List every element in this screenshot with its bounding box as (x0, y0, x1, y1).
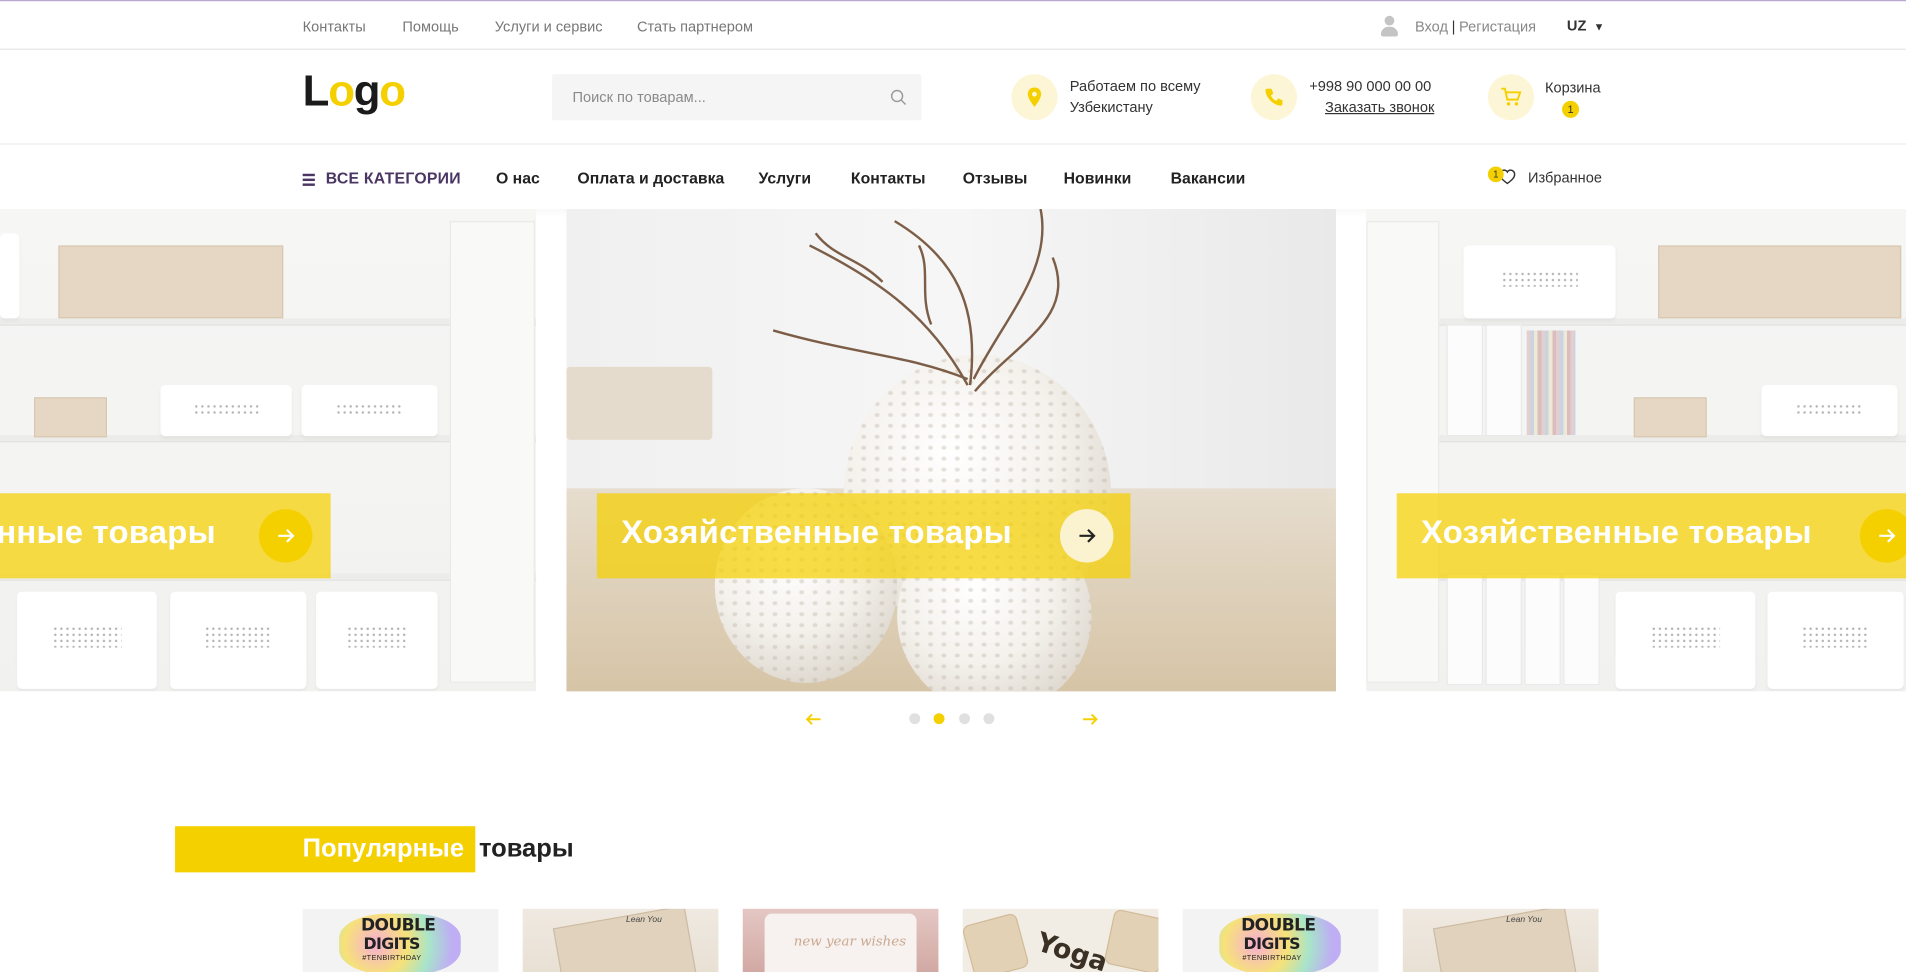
popular-title-rest: товары (478, 834, 574, 863)
nav-item-new[interactable]: Новинки (1064, 169, 1132, 187)
favorites-label: Избранное (1528, 168, 1602, 186)
slider-dot-2[interactable] (933, 713, 945, 725)
caret-down-icon: ▼ (1593, 20, 1605, 33)
slide-center-banner: Хозяйственные товары (596, 493, 1131, 579)
search-input[interactable] (551, 74, 881, 121)
product-5-line-2: DIGITS (1243, 935, 1301, 954)
slide-center-arrow-button[interactable] (1060, 509, 1114, 563)
logo-letter-4: o (379, 65, 406, 116)
slide-left-banner: нные товары (0, 493, 331, 579)
logo[interactable]: Logo (302, 65, 406, 116)
top-bar: Контакты Помощь Услуги и сервис Стать па… (0, 0, 1906, 50)
slide-right-title: Хозяйственные товары (1421, 513, 1812, 551)
product-4-word: Yoga (1032, 927, 1112, 972)
product-card-1[interactable]: DOUBLE DIGITS #TENBIRTHDAY (302, 908, 499, 972)
slide-right[interactable]: Хозяйственные товары (1366, 208, 1906, 692)
all-categories-label: ВСЕ КАТЕГОРИИ (325, 168, 461, 188)
slide-right-banner: Хозяйственные товары (1396, 493, 1906, 579)
cart-info[interactable]: Корзина 1 (1545, 78, 1601, 119)
slider-next-arrow-icon[interactable] (1081, 711, 1100, 728)
slider-dot-4[interactable] (983, 713, 995, 725)
phone-info: +998 90 000 00 00 Заказать звонок (1309, 77, 1434, 118)
nav-item-about[interactable]: О нас (496, 169, 540, 187)
nav-item-contacts[interactable]: Контакты (851, 169, 926, 187)
nav-item-services[interactable]: Услуги (759, 169, 812, 187)
slide-left[interactable]: нные товары (0, 208, 537, 692)
phone-icon-wrap (1250, 74, 1298, 121)
top-link-help[interactable]: Помощь (402, 18, 458, 35)
hero-slider: нные товары Хозяйственные товары Хозяйст… (0, 208, 1906, 692)
product-card-5[interactable]: DOUBLE DIGITS #TENBIRTHDAY (1182, 908, 1379, 972)
product-card-4[interactable]: Yoga (962, 908, 1159, 972)
nav-item-vacancies[interactable]: Вакансии (1171, 169, 1246, 187)
logo-letter-2: o (328, 65, 355, 116)
location-icon-wrap (1011, 74, 1058, 121)
slider-prev-arrow-icon[interactable] (804, 711, 823, 728)
slider-dot-3[interactable] (959, 713, 971, 725)
product-1-line-2: DIGITS (363, 935, 420, 954)
search-icon[interactable] (890, 89, 907, 106)
arrow-right-icon (278, 528, 295, 543)
slide-center[interactable]: Хозяйственные товары (566, 208, 1336, 692)
product-1-line-3: #TENBIRTHDAY (362, 954, 422, 963)
top-link-services[interactable]: Услуги и сервис (495, 18, 603, 35)
login-link[interactable]: Вход (1415, 18, 1448, 35)
top-link-contacts[interactable]: Контакты (303, 18, 366, 35)
location-line-1: Работаем по всему (1069, 77, 1201, 95)
nav-item-reviews[interactable]: Отзывы (963, 169, 1028, 187)
product-1-line-1: DOUBLE (361, 916, 436, 936)
location-info: Работаем по всему Узбекистану (1070, 77, 1201, 118)
slider-dot-1[interactable] (909, 713, 921, 725)
auth-separator: | (1451, 18, 1456, 36)
logo-letter-3: g (353, 65, 381, 116)
main-nav: ВСЕ КАТЕГОРИИ О нас Оплата и доставка Ус… (0, 143, 1906, 209)
product-5-line-1: DOUBLE (1241, 916, 1316, 936)
language-value: UZ (1566, 17, 1587, 35)
product-2-label: Lean You (626, 916, 662, 925)
language-selector[interactable]: UZ ▼ (1567, 17, 1605, 34)
all-categories-button[interactable]: ВСЕ КАТЕГОРИИ (302, 168, 461, 188)
product-card-2[interactable]: Lean You (522, 908, 719, 972)
auth-links: Вход | Регистация (1415, 18, 1536, 35)
product-5-line-3: #TENBIRTHDAY (1242, 954, 1302, 963)
header (0, 50, 1906, 144)
product-3-script: new year wishes (793, 933, 907, 949)
arrow-right-icon (1879, 528, 1896, 543)
arrow-right-icon (1079, 528, 1096, 543)
product-card-6[interactable]: Lean You (1402, 908, 1599, 972)
product-card-3[interactable]: new year wishes (742, 908, 939, 972)
popular-title-highlight: Популярные (302, 834, 465, 863)
cart-count-badge: 1 (1562, 100, 1580, 118)
slide-left-arrow-button[interactable] (258, 509, 313, 563)
cart-icon (1501, 87, 1522, 106)
callback-link[interactable]: Заказать звонок (1325, 98, 1434, 115)
top-link-partner[interactable]: Стать партнером (637, 18, 753, 35)
product-6-label: Lean You (1506, 916, 1542, 925)
register-link[interactable]: Регистация (1459, 18, 1536, 35)
logo-letter-1: L (302, 65, 330, 116)
branches-illustration (772, 208, 1060, 393)
favorites-link[interactable]: 1 Избранное (1487, 165, 1610, 189)
cart-icon-wrap[interactable] (1487, 74, 1535, 121)
cart-label: Корзина (1545, 78, 1601, 96)
user-icon (1380, 15, 1398, 38)
location-line-2: Узбекистану (1069, 98, 1153, 116)
nav-item-payment-delivery[interactable]: Оплата и доставка (577, 169, 724, 187)
phone-number[interactable]: +998 90 000 00 00 (1309, 77, 1434, 98)
menu-icon (302, 171, 315, 188)
slide-center-title: Хозяйственные товары (621, 513, 1012, 551)
slide-right-arrow-button[interactable] (1859, 509, 1906, 563)
slide-left-title: нные товары (0, 513, 216, 551)
location-pin-icon (1027, 87, 1042, 107)
phone-icon (1265, 88, 1283, 106)
search-box (551, 74, 922, 121)
favorites-count-badge: 1 (1487, 166, 1504, 183)
